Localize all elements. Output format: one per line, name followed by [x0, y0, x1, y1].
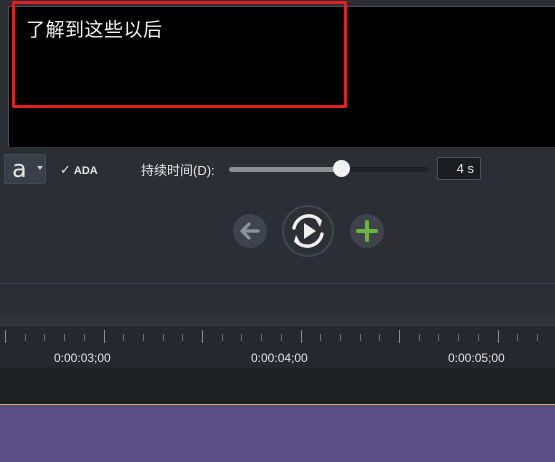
timeline-header — [0, 314, 555, 326]
ruler-tick — [104, 330, 105, 343]
ruler-tick — [241, 334, 242, 341]
caption-editor: 了解到这些以后 — [0, 0, 555, 152]
ruler-tick — [64, 334, 65, 341]
chevron-down-icon — [37, 166, 43, 170]
replay-button[interactable] — [282, 205, 334, 257]
ruler-tick — [360, 334, 361, 341]
replay-icon — [284, 207, 332, 255]
font-style-dropdown[interactable]: a — [4, 154, 46, 184]
ruler-tick — [478, 334, 479, 341]
ruler-tick — [44, 334, 45, 341]
ruler-tick — [25, 334, 26, 341]
ruler-tick — [438, 334, 439, 341]
duration-label: 持续时间(D): — [141, 163, 215, 178]
check-icon: ✓ — [60, 162, 71, 177]
ruler-tick — [143, 334, 144, 341]
ruler-tick — [379, 334, 380, 341]
caption-track-clip[interactable] — [0, 405, 555, 462]
timeline-track-empty — [0, 368, 555, 404]
ruler-tick — [301, 330, 302, 343]
ruler-tick — [163, 334, 164, 341]
ada-toggle[interactable]: ✓ ADA — [60, 162, 98, 178]
ruler-tick — [340, 334, 341, 341]
ada-label: ADA — [73, 165, 98, 177]
duration-input[interactable]: 4 s — [437, 157, 481, 180]
ruler-tick — [517, 334, 518, 341]
ruler-tick — [202, 330, 203, 343]
ruler-tick — [5, 330, 6, 343]
duration-slider-thumb[interactable] — [333, 160, 350, 177]
duration-slider-fill — [229, 167, 341, 172]
font-glyph: a — [12, 155, 27, 183]
ruler-tick — [498, 330, 499, 343]
ruler-tick — [537, 334, 538, 341]
previous-caption-button[interactable] — [233, 214, 267, 248]
plus-icon — [356, 220, 378, 242]
timecode-label: 0:00:05;00 — [448, 351, 505, 365]
back-arrow-icon — [240, 222, 260, 240]
ruler-tick — [222, 334, 223, 341]
caption-text-area[interactable]: 了解到这些以后 — [8, 6, 555, 147]
timecode-label: 0:00:04;00 — [251, 351, 308, 365]
ruler-tick — [320, 334, 321, 341]
ruler-tick — [281, 334, 282, 341]
ruler-tick — [458, 334, 459, 341]
duration-slider[interactable] — [229, 167, 429, 172]
timecode-label: 0:00:03;00 — [54, 351, 111, 365]
ruler-tick — [261, 334, 262, 341]
ruler-tick — [399, 330, 400, 343]
panel-divider — [0, 283, 555, 284]
caption-text[interactable]: 了解到这些以后 — [26, 15, 163, 42]
timeline-ruler[interactable]: 0:00:03;00 0:00:04;00 0:00:05;00 — [0, 326, 555, 368]
add-caption-button[interactable] — [350, 214, 384, 248]
ruler-tick — [123, 334, 124, 341]
ruler-tick — [84, 334, 85, 341]
ruler-tick — [419, 334, 420, 341]
ruler-tick — [182, 334, 183, 341]
